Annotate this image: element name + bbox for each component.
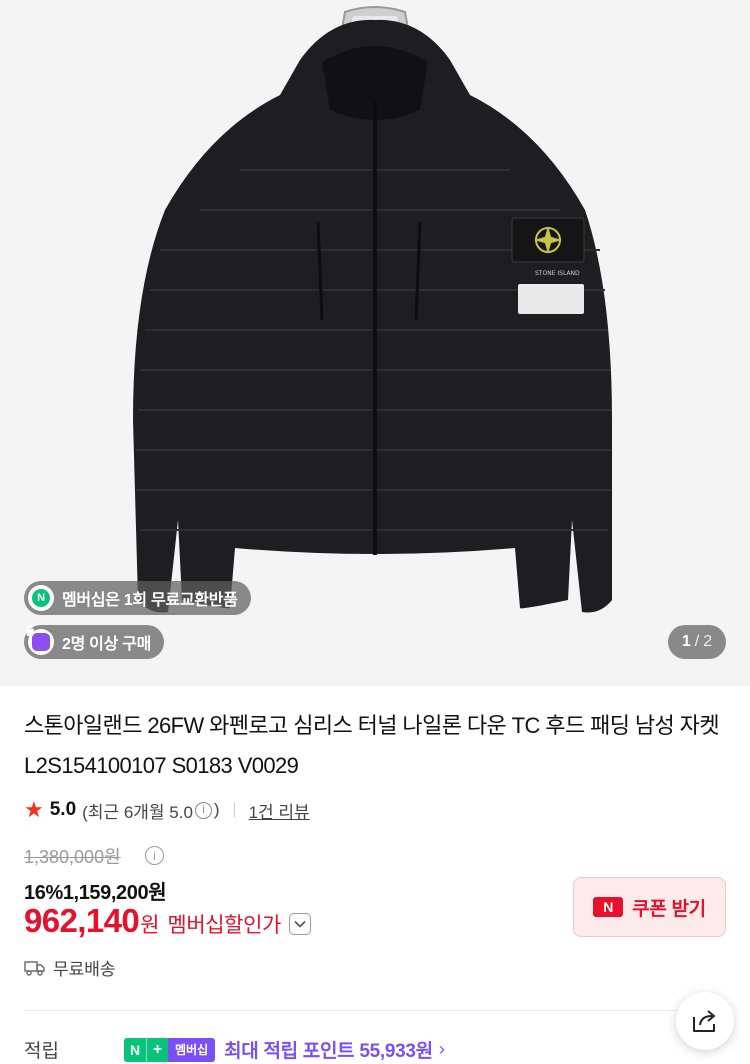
image-page-counter: 1 / 2	[668, 625, 726, 659]
badge-plus: +	[146, 1037, 168, 1062]
counter-current: 1	[681, 633, 691, 650]
discount-price-line: 16%1,159,200원	[24, 882, 167, 904]
naver-n-icon: N	[593, 897, 624, 917]
max-points-text: 최대 적립 포인트 55,933원	[224, 1041, 433, 1062]
points-label: 적립	[24, 1041, 59, 1062]
chevron-right-icon: ›	[438, 1039, 445, 1059]
membership-price-row: 962,140 원 멤버십할인가	[24, 902, 311, 940]
delivery-truck-icon	[24, 960, 45, 976]
svg-text:STONE ISLAND: STONE ISLAND	[535, 270, 580, 277]
coupon-label: 쿠폰 받기	[632, 898, 706, 920]
shipping-label: 무료배송	[53, 960, 116, 979]
product-title: 스톤아일랜드 26FW 와펜로고 심리스 터널 나일론 다운 TC 후드 패딩 …	[24, 713, 720, 778]
chevron-down-icon[interactable]	[288, 913, 311, 935]
product-image-carousel[interactable]: STONE ISLAND N 멤버십은 1회 무료교환반품 2명 이상 구매 1…	[0, 0, 750, 686]
final-price-unit: 원	[140, 914, 160, 937]
naver-plus-membership-badge: N + 멤버십	[124, 1037, 216, 1062]
membership-badge-label: 멤버십은 1회 무료교환반품	[62, 592, 238, 609]
rating-row: ★ 5.0 (최근 6개월 5.0 i ) 1건 리뷰	[24, 796, 310, 824]
review-count-link[interactable]: 1건 리뷰	[249, 798, 310, 823]
share-icon	[693, 1010, 715, 1032]
shipping-info: 무료배송	[24, 955, 116, 980]
section-divider	[24, 1010, 726, 1011]
price-info-icon[interactable]: i	[145, 846, 164, 865]
badge-n: N	[124, 1037, 146, 1062]
counter-separator: /	[694, 633, 700, 650]
naver-membership-icon: N	[28, 585, 54, 611]
points-row[interactable]: 적립 N + 멤버십 최대 적립 포인트 55,933원 ›	[24, 1036, 445, 1063]
info-icon[interactable]: i	[194, 801, 212, 819]
shopping-bag-icon	[26, 625, 54, 655]
badge-membership-text: 멤버십	[168, 1037, 216, 1062]
rating-score: 5.0	[49, 799, 77, 820]
divider	[233, 803, 235, 817]
membership-free-return-badge: N 멤버십은 1회 무료교환반품	[24, 581, 251, 615]
share-button[interactable]	[676, 992, 734, 1050]
recent-rating-close: )	[213, 800, 220, 819]
original-price: 1,380,000원	[24, 847, 121, 867]
star-icon: ★	[24, 797, 44, 822]
final-price-amount: 962,140	[24, 902, 140, 939]
recent-rating-label: (최근 6개월 5.0	[82, 802, 193, 822]
membership-price-label: 멤버십할인가	[167, 914, 281, 937]
group-purchase-badge: 2명 이상 구매	[24, 625, 164, 659]
get-coupon-button[interactable]: N 쿠폰 받기	[573, 877, 726, 937]
counter-total: 2	[703, 633, 713, 650]
group-badge-label: 2명 이상 구매	[62, 636, 151, 653]
